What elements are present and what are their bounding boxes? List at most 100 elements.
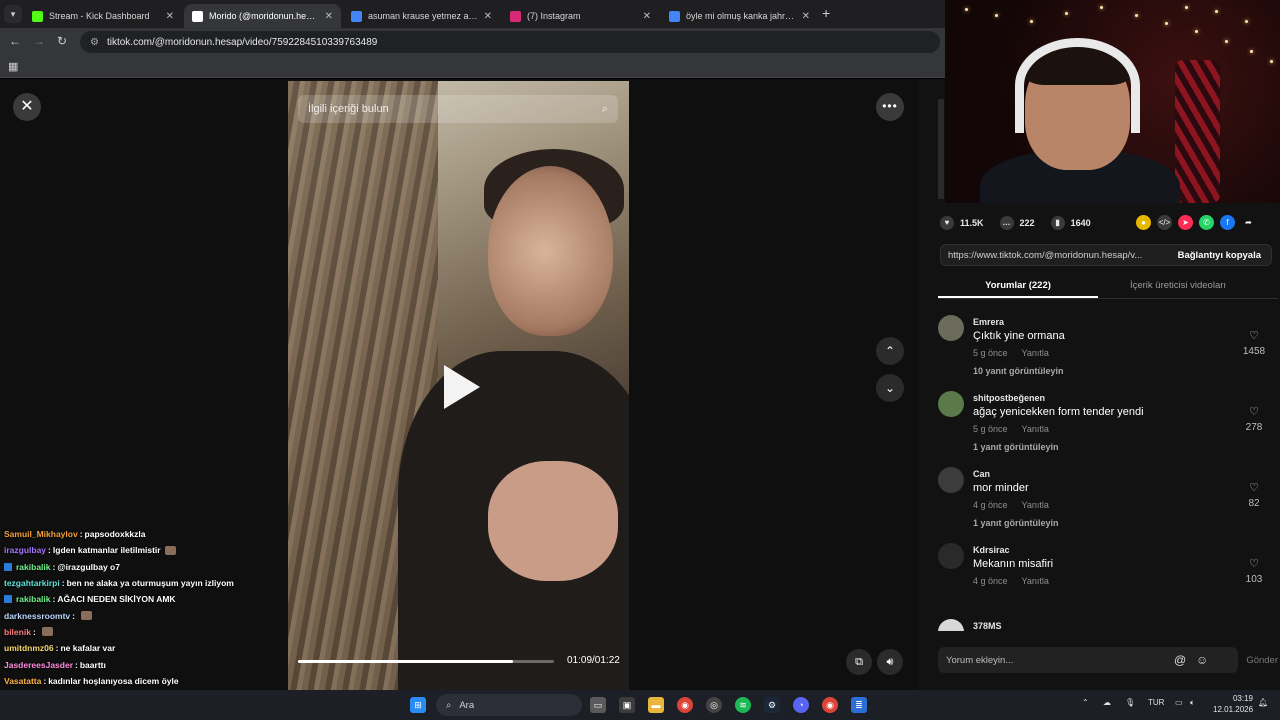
comment-meta: 5 g önce Yanıtla: [973, 348, 1049, 358]
tab-search-button[interactable]: ▾: [4, 5, 22, 23]
browser-tab[interactable]: (7) Instagram ✕: [502, 4, 659, 28]
comment-username[interactable]: Emrera: [973, 317, 1004, 327]
taskbar-search[interactable]: ⌕ Ara: [436, 694, 582, 716]
close-tab-icon[interactable]: ✕: [166, 11, 174, 22]
task-view-icon[interactable]: ▭: [590, 697, 606, 713]
system-clock[interactable]: 03:19 12.01.2026: [1213, 693, 1253, 715]
reply-button[interactable]: Yanıtla: [1022, 500, 1049, 510]
volume-button[interactable]: 🔊︎: [877, 649, 903, 675]
microphone-icon[interactable]: 🎙︎: [1125, 698, 1135, 707]
comment-username[interactable]: Can: [973, 469, 990, 479]
embed-icon[interactable]: </>: [1157, 215, 1172, 230]
close-video-button[interactable]: ✕: [13, 93, 41, 121]
heart-icon[interactable]: ♡: [1242, 405, 1266, 418]
browser-tab[interactable]: asuman krause yetmez ama - G ✕: [343, 4, 500, 28]
comment-username[interactable]: shitpostbeğenen: [973, 393, 1045, 403]
send-comment-button[interactable]: Gönder: [1246, 655, 1278, 666]
mention-icon[interactable]: @: [1174, 653, 1186, 667]
facebook-icon[interactable]: f: [1220, 215, 1235, 230]
share-arrow-icon[interactable]: ➦: [1241, 215, 1256, 230]
reply-button[interactable]: Yanıtla: [1022, 348, 1049, 358]
close-tab-icon[interactable]: ✕: [802, 11, 810, 22]
play-icon[interactable]: [444, 365, 480, 409]
chat-emote-icon: [164, 545, 176, 555]
reply-button[interactable]: Yanıtla: [1022, 576, 1049, 586]
comment-action[interactable]: … 222: [999, 216, 1035, 230]
file-explorer-icon[interactable]: ▬: [648, 697, 664, 713]
search-icon[interactable]: ⌕: [602, 103, 608, 116]
copy-link-button[interactable]: Bağlantıyı kopyala: [1168, 250, 1271, 261]
like-action[interactable]: ♥ 11.5K: [940, 216, 984, 230]
float-player-button[interactable]: ⧉: [846, 649, 872, 675]
clock-time: 03:19: [1232, 694, 1253, 703]
share-link-row: https://www.tiktok.com/@moridonun.hesap/…: [940, 244, 1272, 266]
close-tab-icon[interactable]: ✕: [325, 11, 333, 22]
close-tab-icon[interactable]: ✕: [643, 11, 651, 22]
comment-meta: 4 g önce Yanıtla: [973, 500, 1049, 510]
store-icon[interactable]: ▣: [619, 697, 635, 713]
display-icon[interactable]: ▭: [1175, 698, 1183, 707]
save-action[interactable]: ▮ 1640: [1050, 216, 1091, 230]
light-bulb: [1245, 20, 1248, 23]
comment-item: Emrera Çıktık yine ormana 5 g önce Yanıtla 1…: [938, 315, 1278, 391]
chat-message: bilenik:: [0, 624, 300, 640]
view-replies-button[interactable]: 10 yanıt görüntüleyin: [973, 366, 1064, 376]
comment-input[interactable]: [938, 647, 1239, 673]
spotify-icon[interactable]: ≋: [735, 697, 751, 713]
obs-icon[interactable]: ◎: [706, 697, 722, 713]
coin-icon[interactable]: ●: [1136, 215, 1151, 230]
light-bulb: [1270, 60, 1273, 63]
emoji-icon[interactable]: ☺: [1196, 653, 1208, 667]
forward-icon[interactable]: →: [33, 34, 45, 48]
notification-icon[interactable]: 🔔︎: [1258, 698, 1268, 707]
tab-creator-videos[interactable]: İçerik üreticisi videoları: [1098, 275, 1258, 298]
notepad-icon[interactable]: ≣: [851, 697, 867, 713]
browser-tab[interactable]: Morido (@moridonun.hesap ✕: [184, 4, 341, 28]
next-video-button[interactable]: ⌄: [876, 374, 904, 402]
reload-icon[interactable]: ↻: [57, 34, 67, 48]
comment-username[interactable]: Kdrsirac: [973, 545, 1010, 555]
input-language[interactable]: TUR: [1148, 698, 1164, 707]
close-tab-icon[interactable]: ✕: [484, 11, 492, 22]
comment-item: Can mor minder 4 g önce Yanıtla 1 yanıt görü…: [938, 467, 1278, 543]
whatsapp-icon[interactable]: ✆: [1199, 215, 1214, 230]
share-link-url[interactable]: https://www.tiktok.com/@moridonun.hesap/…: [941, 250, 1168, 261]
avatar[interactable]: [938, 543, 964, 569]
view-replies-button[interactable]: 1 yanıt görüntüleyin: [973, 518, 1059, 528]
chrome-icon[interactable]: ◉: [677, 697, 693, 713]
site-info-icon[interactable]: ⚙: [90, 37, 99, 48]
tab-comments[interactable]: Yorumlar (222): [938, 275, 1098, 298]
discord-icon[interactable]: ◔: [793, 697, 809, 713]
chrome-icon[interactable]: ◉: [822, 697, 838, 713]
chevron-up-icon[interactable]: ⌃: [1082, 698, 1089, 707]
light-bulb: [995, 14, 998, 17]
send-icon[interactable]: ➤: [1178, 215, 1193, 230]
avatar[interactable]: [938, 391, 964, 417]
address-bar[interactable]: ⚙ tiktok.com/@moridonun.hesap/video/7592…: [80, 31, 940, 53]
avatar[interactable]: [938, 315, 964, 341]
heart-icon[interactable]: ♡: [1242, 481, 1266, 494]
browser-tab[interactable]: Stream - Kick Dashboard ✕: [24, 4, 182, 28]
network-icon[interactable]: ☁: [1103, 698, 1111, 707]
speaker-icon[interactable]: 🔈︎: [1190, 698, 1195, 708]
apps-grid-icon[interactable]: ▦: [8, 60, 18, 73]
avatar[interactable]: [938, 467, 964, 493]
more-options-button[interactable]: •••: [876, 93, 904, 121]
previous-video-button[interactable]: ⌃: [876, 337, 904, 365]
heart-icon[interactable]: ♡: [1242, 329, 1266, 342]
video-player[interactable]: İlgili içeriği bulun ⌕ 01:09/01:22: [288, 81, 629, 690]
related-content-search[interactable]: İlgili içeriği bulun ⌕: [298, 95, 618, 123]
new-tab-button[interactable]: +: [822, 5, 830, 21]
heart-icon[interactable]: ♡: [1242, 557, 1266, 570]
comment-username[interactable]: 378MS: [973, 621, 1002, 631]
steam-icon[interactable]: ⚙: [764, 697, 780, 713]
view-replies-button[interactable]: 1 yanıt görüntüleyin: [973, 442, 1059, 452]
back-icon[interactable]: ←: [9, 34, 21, 48]
bookmark-icon: ▮: [1050, 216, 1065, 230]
start-menu-icon[interactable]: ⊞: [410, 697, 426, 713]
video-progress-bar[interactable]: [298, 660, 554, 663]
avatar[interactable]: [938, 619, 964, 631]
chat-separator: :: [43, 675, 47, 686]
reply-button[interactable]: Yanıtla: [1022, 424, 1049, 434]
browser-tab[interactable]: öyle mi olmuş kanka jahrein - G ✕: [661, 4, 818, 28]
